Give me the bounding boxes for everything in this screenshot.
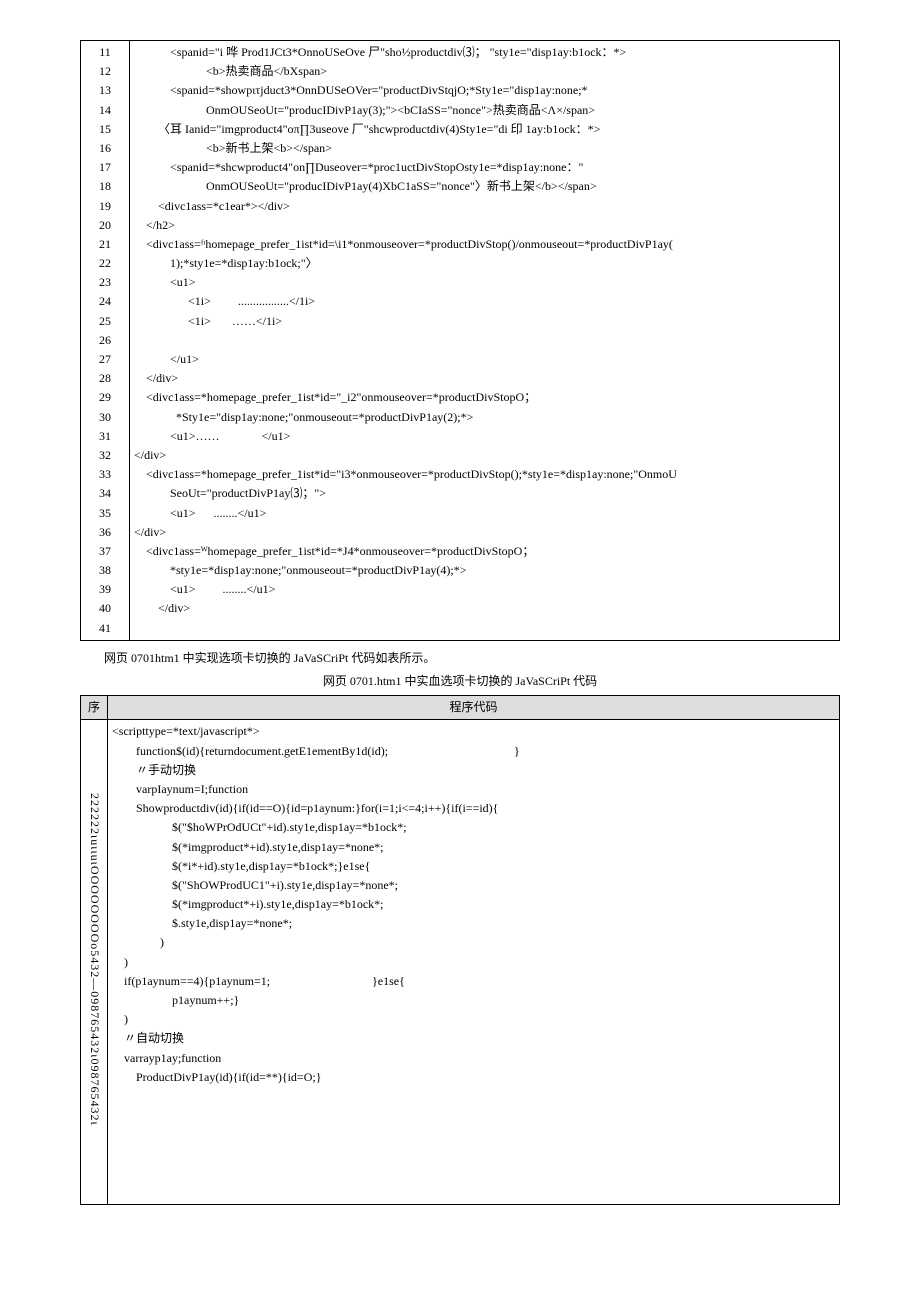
code-line: [112, 1145, 835, 1164]
vertical-seq-text: 222222ιuιιuιOOOOOOOOo5432—098765432ι0987…: [85, 793, 104, 1126]
code-line: [112, 1106, 835, 1125]
code-line: $("ShOWProdUC1"+i).sty1e,disp1ay=*none*;: [112, 876, 835, 895]
code-line: Showproductdiv(id){if(id==O){id=p1aynum:…: [112, 799, 835, 818]
code-line: 〃自动切换: [112, 1029, 835, 1048]
code-line: 1);*sty1e=*disp1ay:b1ock;"〉: [134, 254, 835, 273]
line-numbers-cell: 1112131415161718192021222324252627282930…: [81, 41, 130, 641]
line-number: 24: [99, 292, 111, 311]
code-line: $(*i*+id).sty1e,disp1ay=*b1ock*;}e1se{: [112, 857, 835, 876]
code-line: <u1>…… </u1>: [134, 427, 835, 446]
header-seq: 序: [81, 696, 108, 720]
table-caption: 网页 0701.htm1 中实血选项卡切换的 JaVaSCriPt 代码: [80, 672, 840, 691]
line-number: 15: [99, 120, 111, 139]
code-line: $.sty1e,disp1ay=*none*;: [112, 914, 835, 933]
line-number: 33: [99, 465, 111, 484]
line-number: 12: [99, 62, 111, 81]
line-number: 32: [99, 446, 111, 465]
line-number: 41: [99, 619, 111, 638]
header-code: 程序代码: [108, 696, 840, 720]
code-line: p1aynum++;}: [112, 991, 835, 1010]
code-line: OnmOUSeoUt="producIDivP1ay(4)XbC1aSS="no…: [134, 177, 835, 196]
code-line: <u1> ........</u1>: [134, 580, 835, 599]
code-line: [134, 331, 835, 350]
code-cell: <spanid="i 哗 Prod1JCt3*OnnoUSeOve 尸"sho½…: [130, 41, 840, 641]
line-number: 16: [99, 139, 111, 158]
code-table-2: 序 程序代码 222222ιuιιuιOOOOOOOOo5432—0987654…: [80, 695, 840, 1205]
code-line: <divc1ass=*homepage_prefer_1ist*id="i3*o…: [134, 465, 835, 484]
line-number: 23: [99, 273, 111, 292]
line-number: 19: [99, 197, 111, 216]
line-number: 22: [99, 254, 111, 273]
code-table-1: 1112131415161718192021222324252627282930…: [80, 40, 840, 641]
code-line: <divc1ass=*homepage_prefer_1ist*id="_i2"…: [134, 388, 835, 407]
code-line: <scripttype=*text/javascript*>: [112, 722, 835, 741]
code-line: *Sty1e="disp1ay:none;"onmouseout=*produc…: [134, 408, 835, 427]
code-line: <b>新书上架<b></span>: [134, 139, 835, 158]
line-number: 20: [99, 216, 111, 235]
code-line: ): [112, 933, 835, 952]
code-line: </u1>: [134, 350, 835, 369]
code-line: [112, 1087, 835, 1106]
code-line: <1i> ……</1i>: [134, 312, 835, 331]
vertical-seq-cell: 222222ιuιιuιOOOOOOOOo5432—098765432ι0987…: [81, 720, 108, 1205]
line-number: 34: [99, 484, 111, 503]
code-line: <b>热卖商品</bXspan>: [134, 62, 835, 81]
line-number: 13: [99, 81, 111, 100]
line-number: 39: [99, 580, 111, 599]
code-line: </div>: [134, 369, 835, 388]
code-line: 〃手动切换: [112, 761, 835, 780]
code-line: <u1> ........</u1>: [134, 504, 835, 523]
intro-paragraph: 网页 0701htm1 中实现选项卡切换的 JaVaSCriPt 代码如表所示。: [80, 649, 840, 668]
line-number: 28: [99, 369, 111, 388]
code-line: <divc1ass=ᶠᶦhomepage_prefer_1ist*id=\i1*…: [134, 235, 835, 254]
code-line: varpIaynum=I;function: [112, 780, 835, 799]
code-line: *sty1e=*disp1ay:none;"onmouseout=*produc…: [134, 561, 835, 580]
code-line: 〈耳 Ianid="imgproduct4"oπ∏3useove 厂"shcwp…: [134, 120, 835, 139]
line-number: 14: [99, 101, 111, 120]
line-number: 30: [99, 408, 111, 427]
code-cell-2: <scripttype=*text/javascript*> function$…: [108, 720, 840, 1205]
code-line: </div>: [134, 523, 835, 542]
code-line: ProductDivP1ay(id){if(id=**){id=O;}: [112, 1068, 835, 1087]
code-line: <divc1ass=*c1ear*></div>: [134, 197, 835, 216]
line-number: 21: [99, 235, 111, 254]
code-line: varrayp1ay;function: [112, 1049, 835, 1068]
code-line: </h2>: [134, 216, 835, 235]
code-line: <spanid=*showpιτjduct3*OnnDUSeOVer="prod…: [134, 81, 835, 100]
code-line: $(*imgproduct*+id).sty1e,disp1ay=*none*;: [112, 838, 835, 857]
line-number: 36: [99, 523, 111, 542]
code-line: OnmOUSeoUt="producIDivP1ay(3);"><bCIaSS=…: [134, 101, 835, 120]
code-line: SeoUt="productDivP1ay⑶；">: [134, 484, 835, 503]
line-number: 18: [99, 177, 111, 196]
line-number: 11: [99, 43, 111, 62]
code-line: </div>: [134, 599, 835, 618]
line-number: 38: [99, 561, 111, 580]
code-line: if(p1aynum==4){p1aynum=1; }e1se{: [112, 972, 835, 991]
line-number: 37: [99, 542, 111, 561]
code-line: </div>: [134, 446, 835, 465]
line-number: 17: [99, 158, 111, 177]
line-number: 29: [99, 388, 111, 407]
code-line: $("$hoWPrOdUCt"+id).sty1e,disp1ay=*b1ock…: [112, 818, 835, 837]
code-line: ): [112, 1010, 835, 1029]
code-line: $(*imgproduct*+i).sty1e,disp1ay=*b1ock*;: [112, 895, 835, 914]
code-line: [112, 1164, 835, 1183]
line-number: 25: [99, 312, 111, 331]
line-number: 35: [99, 504, 111, 523]
code-line: <divc1ass=ᵂhomepage_prefer_1ist*id=*J4*o…: [134, 542, 835, 561]
code-line: <u1>: [134, 273, 835, 292]
code-line: function$(id){returndocument.getE1ementB…: [112, 742, 835, 761]
code-line: <spanid=*shcwproduct4"on∏Duseover=*proc1…: [134, 158, 835, 177]
line-number: 27: [99, 350, 111, 369]
line-number: 40: [99, 599, 111, 618]
code-line: [112, 1125, 835, 1144]
code-line: [112, 1183, 835, 1202]
code-line: ): [112, 953, 835, 972]
code-line: <spanid="i 哗 Prod1JCt3*OnnoUSeOve 尸"sho½…: [134, 43, 835, 62]
code-line: <1i> .................</1i>: [134, 292, 835, 311]
line-number: 26: [99, 331, 111, 350]
line-number: 31: [99, 427, 111, 446]
